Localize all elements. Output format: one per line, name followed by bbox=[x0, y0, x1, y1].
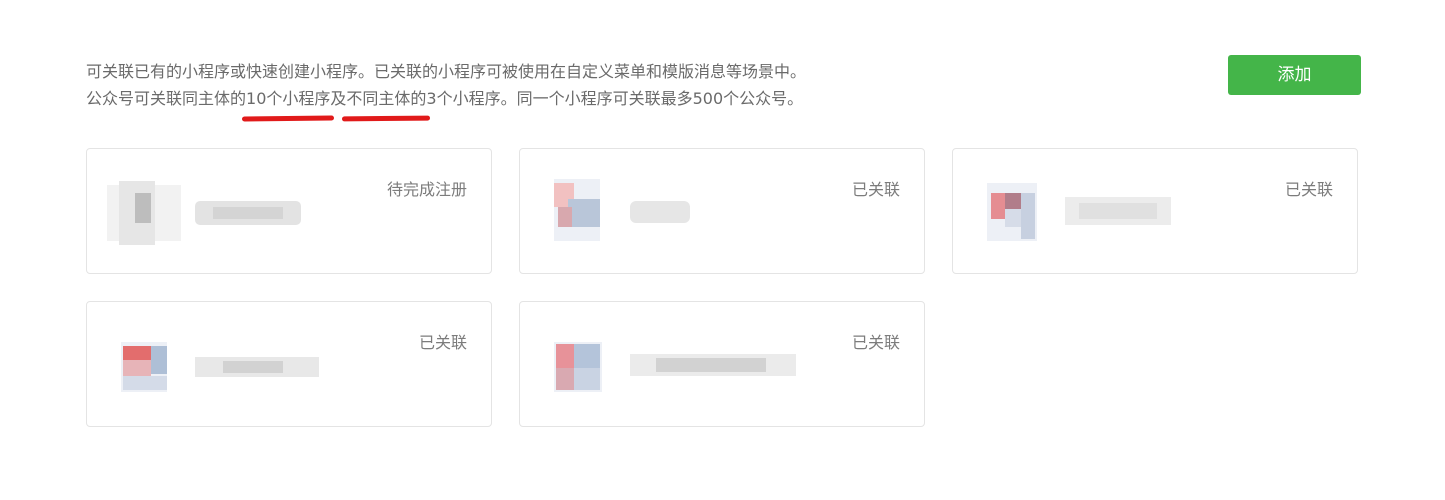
intro-line-2-part-2: 及 bbox=[330, 89, 347, 108]
miniprogram-name-blurred bbox=[630, 354, 796, 376]
miniprogram-card[interactable]: 已关联 bbox=[519, 148, 925, 274]
status-label: 已关联 bbox=[851, 180, 900, 199]
miniprogram-avatar-icon bbox=[107, 181, 181, 245]
highlight-different-entity: 不同主体的 bbox=[346, 85, 426, 112]
intro-line-2-part-3: 3个小程序。同一个小程序可关联最多500个公众号。 bbox=[426, 89, 804, 108]
miniprogram-name-blurred bbox=[195, 357, 319, 377]
intro-text: 可关联已有的小程序或快速创建小程序。已关联的小程序可被使用在自定义菜单和模版消息… bbox=[86, 58, 806, 112]
miniprogram-card[interactable]: 已关联 bbox=[519, 301, 925, 427]
miniprogram-card[interactable]: 已关联 bbox=[86, 301, 492, 427]
intro-line-2-part-1: 公众号可关联同主体的 bbox=[86, 89, 247, 108]
miniprogram-name-blurred bbox=[630, 201, 690, 225]
intro-line-1: 可关联已有的小程序或快速创建小程序。已关联的小程序可被使用在自定义菜单和模版消息… bbox=[86, 62, 807, 81]
miniprogram-card[interactable]: 已关联 bbox=[952, 148, 1358, 274]
miniprogram-card[interactable]: 待完成注册 bbox=[86, 148, 492, 274]
miniprogram-name-blurred bbox=[1065, 197, 1171, 225]
status-label: 已关联 bbox=[1284, 180, 1333, 199]
miniprogram-avatar-icon bbox=[554, 179, 628, 243]
miniprogram-avatar-icon bbox=[121, 342, 195, 406]
add-button[interactable]: 添加 bbox=[1228, 55, 1361, 95]
miniprogram-avatar-icon bbox=[987, 183, 1061, 247]
miniprogram-name-blurred bbox=[195, 201, 301, 225]
status-label: 已关联 bbox=[851, 333, 900, 352]
highlight-same-entity-limit: 10个小程序 bbox=[246, 85, 330, 112]
status-label: 已关联 bbox=[418, 333, 467, 352]
intro-line-2: 公众号可关联同主体的10个小程序及不同主体的3个小程序。同一个小程序可关联最多5… bbox=[86, 85, 806, 112]
miniprogram-avatar-icon bbox=[554, 342, 628, 406]
status-label: 待完成注册 bbox=[386, 180, 467, 199]
